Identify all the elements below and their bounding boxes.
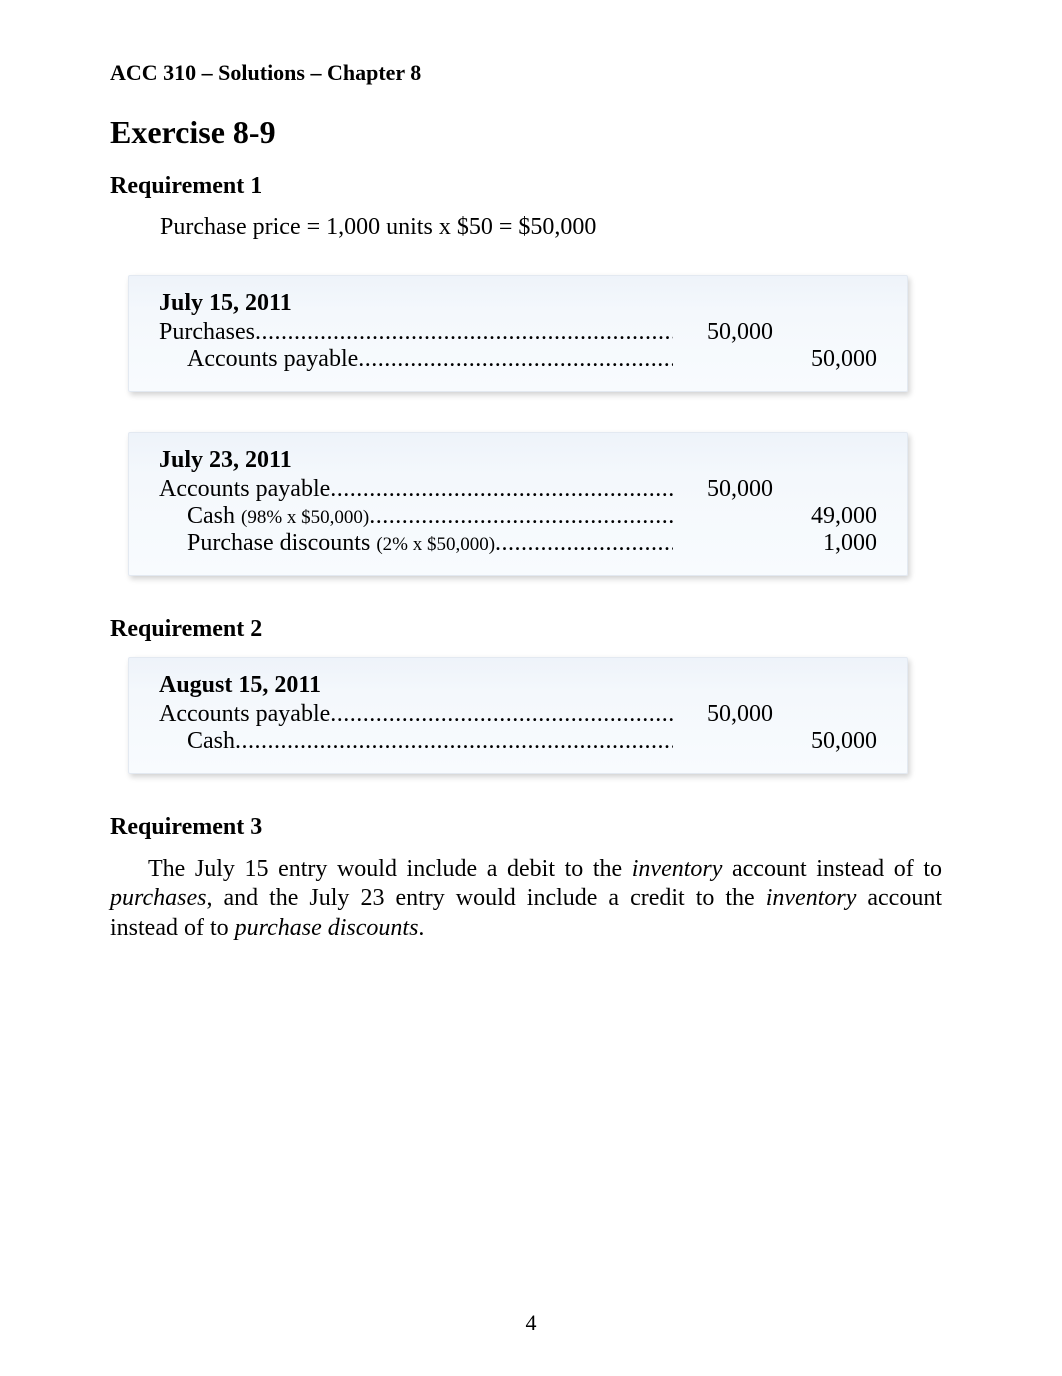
- account-note: (98% x $50,000): [241, 507, 369, 528]
- italic-term: purchases: [110, 885, 206, 911]
- account-label: Accounts payable: [159, 476, 330, 502]
- account-label: Cash: [159, 728, 235, 754]
- account-label: Cash: [159, 503, 235, 529]
- credit-amount: 1,000: [777, 530, 877, 557]
- debit-amount: 50,000: [673, 701, 773, 728]
- doc-header: ACC 310 – Solutions – Chapter 8: [110, 60, 942, 86]
- purchase-price-calc: Purchase price = 1,000 units x $50 = $50…: [160, 214, 942, 241]
- debit-amount: 50,000: [673, 319, 773, 346]
- je-row: Cash 50,000: [159, 728, 877, 755]
- credit-amount: 50,000: [777, 346, 877, 373]
- exercise-title: Exercise 8-9: [110, 114, 942, 151]
- text-run: The July 15 entry would include a debit …: [148, 856, 632, 882]
- account-label: Accounts payable: [159, 701, 330, 727]
- text-run: .: [418, 915, 424, 941]
- entry-date: July 15, 2011: [159, 290, 877, 317]
- journal-entry-jul-15: July 15, 2011 Purchases 50,000 Accounts …: [128, 275, 908, 392]
- text-run: account instead of to: [722, 856, 942, 882]
- account-label: Purchases: [159, 319, 255, 345]
- account-label: Purchase discounts: [159, 530, 370, 556]
- italic-term: inventory: [766, 885, 857, 911]
- je-row: Accounts payable 50,000: [159, 346, 877, 373]
- page: ACC 310 – Solutions – Chapter 8 Exercise…: [0, 0, 1062, 1376]
- account-label: Accounts payable: [159, 346, 358, 372]
- je-row: Purchase discounts (2% x $50,000) 1,000: [159, 530, 877, 557]
- italic-term: inventory: [632, 856, 723, 882]
- page-number: 4: [0, 1310, 1062, 1336]
- je-row: Accounts payable 50,000: [159, 701, 877, 728]
- credit-amount: 49,000: [777, 503, 877, 530]
- credit-amount: 50,000: [777, 728, 877, 755]
- journal-entry-aug-15: August 15, 2011 Accounts payable 50,000 …: [128, 657, 908, 774]
- debit-amount: 50,000: [673, 476, 773, 503]
- requirement-1-title: Requirement 1: [110, 173, 942, 200]
- journal-entry-jul-23: July 23, 2011 Accounts payable 50,000 Ca…: [128, 432, 908, 576]
- entry-date: August 15, 2011: [159, 672, 877, 699]
- je-row: Purchases 50,000: [159, 319, 877, 346]
- requirement-3-title: Requirement 3: [110, 814, 942, 841]
- requirement-3-body: The July 15 entry would include a debit …: [110, 855, 942, 943]
- je-row: Cash (98% x $50,000) 49,000: [159, 503, 877, 530]
- account-note: (2% x $50,000): [376, 534, 495, 555]
- italic-term: purchase discounts: [235, 915, 419, 941]
- entry-date: July 23, 2011: [159, 447, 877, 474]
- requirement-2-title: Requirement 2: [110, 616, 942, 643]
- je-row: Accounts payable 50,000: [159, 476, 877, 503]
- text-run: , and the July 23 entry would include a …: [206, 885, 765, 911]
